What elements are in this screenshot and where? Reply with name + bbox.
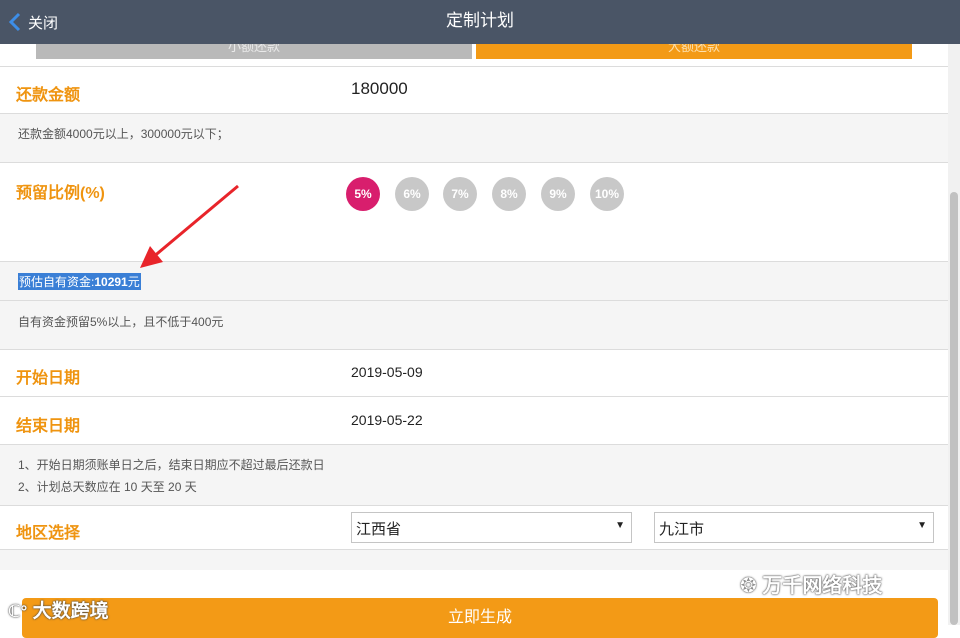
watermark-right: ❂ 万千网络科技 [740, 569, 882, 598]
watermark-left-text: 大数跨境 [32, 601, 109, 622]
watermark-right-text: 万千网络科技 [762, 575, 883, 597]
watermark-left: ℂ° 大数跨境 [8, 596, 109, 623]
wechat-icon: ❂ [740, 575, 757, 597]
watermark-logo-icon: ℂ° [8, 602, 28, 621]
annotation-arrow [140, 184, 239, 268]
